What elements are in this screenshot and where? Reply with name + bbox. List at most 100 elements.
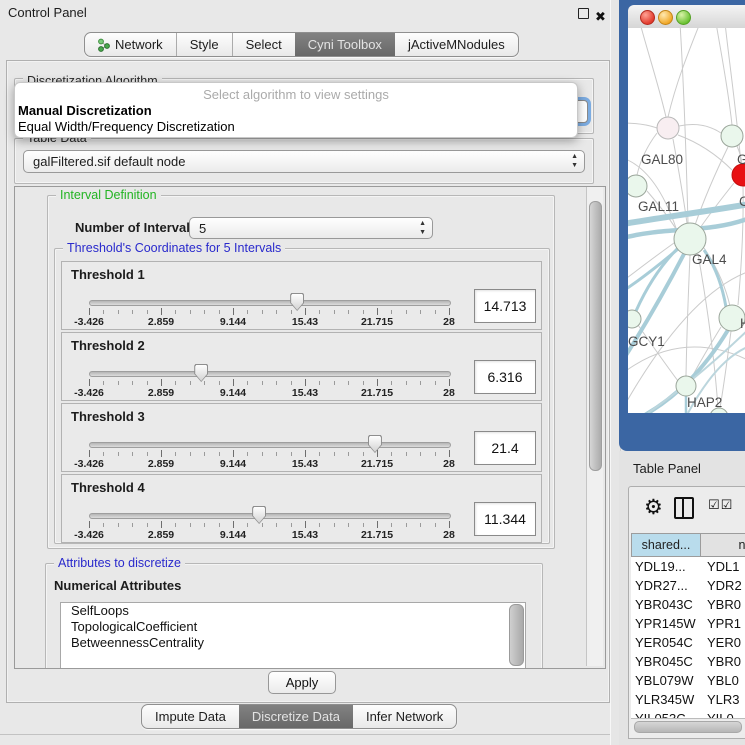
interval-definition-group: Interval Definition Number of Intervals … xyxy=(47,195,555,549)
table-row[interactable]: YDR27...YDR2 xyxy=(631,576,745,595)
attribute-list-item[interactable]: BetweennessCentrality xyxy=(61,635,525,651)
interval-definition-group-title: Interval Definition xyxy=(56,188,161,202)
node-gal11[interactable] xyxy=(628,175,647,197)
list-scrollbar[interactable] xyxy=(509,604,524,666)
threshold-4-slider[interactable]: -3.4262.8599.14415.4321.71528 xyxy=(89,475,451,544)
column-header-shared-name[interactable]: shared... xyxy=(631,533,701,557)
combobox-arrows-icon: ▲▼ xyxy=(571,152,578,170)
attribute-list-item[interactable]: TopologicalCoefficient xyxy=(61,619,525,635)
tab-impute-data[interactable]: Impute Data xyxy=(142,705,239,728)
window-minimize-icon[interactable] xyxy=(658,10,673,25)
threshold-2-panel: Threshold 2 -3.4262.8599.14415.4321.7152… xyxy=(61,332,542,401)
table-horizontal-scrollbar[interactable] xyxy=(631,718,745,734)
slider-track[interactable] xyxy=(89,442,451,448)
slider-tick-labels: -3.4262.8599.14415.4321.71528 xyxy=(89,387,449,399)
table-panel-title: Table Panel xyxy=(633,461,701,476)
threshold-2-value-input[interactable] xyxy=(474,360,536,394)
close-icon[interactable]: ✖ xyxy=(595,4,606,30)
table-header-row: shared... na xyxy=(631,533,745,557)
tab-discretize-data[interactable]: Discretize Data xyxy=(239,705,353,728)
threshold-4-panel: Threshold 4 -3.4262.8599.14415.4321.7152… xyxy=(61,474,542,543)
tab-infer-network[interactable]: Infer Network xyxy=(353,705,456,728)
node-hap2[interactable] xyxy=(676,376,696,396)
node-gal80[interactable] xyxy=(657,117,679,139)
window-zoom-icon[interactable] xyxy=(676,10,691,25)
cyni-bottom-tabbar: Impute Data Discretize Data Infer Networ… xyxy=(141,704,457,729)
tab-jactivemnodules[interactable]: jActiveMNodules xyxy=(395,33,518,56)
label-gal80: GAL80 xyxy=(641,152,683,167)
table-row[interactable]: YER054CYER0 xyxy=(631,633,745,652)
slider-ticks xyxy=(89,308,449,316)
table-body: YDL19...YDL1YDR27...YDR2YBR043CYBR0YPR14… xyxy=(631,557,745,718)
column-header-name[interactable]: na xyxy=(701,533,745,557)
tab-select[interactable]: Select xyxy=(232,33,295,56)
threshold-3-slider[interactable]: -3.4262.8599.14415.4321.71528 xyxy=(89,404,451,473)
tab-cyni-toolbox[interactable]: Cyni Toolbox xyxy=(295,33,395,56)
float-window-icon[interactable] xyxy=(578,8,589,19)
panel-scrollbar-thumb[interactable] xyxy=(589,201,602,471)
slider-track[interactable] xyxy=(89,513,451,519)
apply-button[interactable]: Apply xyxy=(268,671,336,694)
threshold-1-slider[interactable]: -3.4262.8599.14415.4321.71528 xyxy=(89,262,451,331)
gear-icon[interactable]: ⚙ xyxy=(644,495,663,520)
table-panel: Table Panel ⚙ ☑☑ shared... na YDL19...YD… xyxy=(619,451,745,745)
select-columns-icon[interactable]: ☑☑ xyxy=(708,497,733,513)
label-c-partial: C xyxy=(739,194,745,209)
node-red[interactable] xyxy=(732,164,745,186)
combobox-arrows-icon: ▲▼ xyxy=(419,219,426,237)
tab-network-label: Network xyxy=(115,37,163,52)
attribute-list-item[interactable]: SelfLoops xyxy=(61,603,525,619)
node-gal[interactable] xyxy=(721,125,743,147)
label-gal11: GAL11 xyxy=(638,199,679,214)
window-close-icon[interactable] xyxy=(640,10,655,25)
tab-network[interactable]: Network xyxy=(85,33,176,56)
table-row[interactable]: YLR345WYLR3 xyxy=(631,690,745,709)
slider-tick-labels: -3.4262.8599.14415.4321.71528 xyxy=(89,316,449,328)
label-h-partial: H xyxy=(740,316,745,331)
network-window-titlebar[interactable] xyxy=(628,5,745,29)
table-row[interactable]: YBL079WYBL0 xyxy=(631,671,745,690)
numerical-attributes-list[interactable]: SelfLoopsTopologicalCoefficientBetweenne… xyxy=(60,602,526,669)
table-hscrollbar-thumb[interactable] xyxy=(634,721,742,733)
number-of-intervals-combobox[interactable]: 5 ▲▼ xyxy=(189,217,433,239)
label-gal-partial: GA xyxy=(737,152,745,167)
network-canvas[interactable]: GAL80 GA C GAL11 GAL4 GCY1 H HAP2 xyxy=(628,28,745,413)
attributes-group-title: Attributes to discretize xyxy=(54,556,185,570)
node-gcy1[interactable] xyxy=(628,310,641,328)
label-gcy1: GCY1 xyxy=(628,334,665,349)
settings-scroll-panel: Interval Definition Number of Intervals … xyxy=(14,186,606,669)
network-icon xyxy=(98,38,110,52)
table-row[interactable]: YIL053CYIL0 xyxy=(631,709,745,718)
slider-track[interactable] xyxy=(89,371,451,377)
algorithm-dropdown-popup: Select algorithm to view settings Manual… xyxy=(14,82,578,138)
algorithm-dropdown-placeholder: Select algorithm to view settings xyxy=(15,86,577,103)
slider-track[interactable] xyxy=(89,300,451,306)
threshold-1-value-input[interactable] xyxy=(474,289,536,323)
panel-scrollbar[interactable] xyxy=(586,187,603,666)
dropdown-option-equal-width-frequency[interactable]: Equal Width/Frequency Discretization xyxy=(15,119,577,135)
tab-style[interactable]: Style xyxy=(176,33,232,56)
table-row[interactable]: YBR043CYBR0 xyxy=(631,595,745,614)
attributes-to-discretize-group: Attributes to discretize Numerical Attri… xyxy=(45,563,543,669)
numerical-attributes-label: Numerical Attributes xyxy=(54,578,181,593)
table-row[interactable]: YBR045CYBR0 xyxy=(631,652,745,671)
threshold-3-value-input[interactable] xyxy=(474,431,536,465)
thresholds-group-title: Threshold's Coordinates for 5 Intervals xyxy=(63,241,285,255)
table-row[interactable]: YDL19...YDL1 xyxy=(631,557,745,576)
slider-ticks xyxy=(89,450,449,458)
control-panel-tabbar: Network Style Select Cyni Toolbox jActiv… xyxy=(84,32,519,57)
table-data-selected-value: galFiltered.sif default node xyxy=(33,154,185,169)
table-toolbar: ⚙ ☑☑ xyxy=(629,487,745,532)
node-gal4[interactable] xyxy=(674,223,706,255)
dropdown-option-manual-discretization[interactable]: Manual Discretization xyxy=(15,103,577,119)
columns-icon[interactable] xyxy=(674,497,694,519)
slider-ticks xyxy=(89,379,449,387)
threshold-3-panel: Threshold 3 -3.4262.8599.14415.4321.7152… xyxy=(61,403,542,472)
threshold-2-slider[interactable]: -3.4262.8599.14415.4321.71528 xyxy=(89,333,451,402)
table-row[interactable]: YPR145WYPR1 xyxy=(631,614,745,633)
table-data-combobox[interactable]: galFiltered.sif default node ▲▼ xyxy=(23,150,585,173)
threshold-4-value-input[interactable] xyxy=(474,502,536,536)
table-browser-window: ⚙ ☑☑ shared... na YDL19...YDL1YDR27...YD… xyxy=(628,486,745,739)
slider-tick-labels: -3.4262.8599.14415.4321.71528 xyxy=(89,458,449,470)
control-panel-title: Control Panel xyxy=(8,0,87,26)
